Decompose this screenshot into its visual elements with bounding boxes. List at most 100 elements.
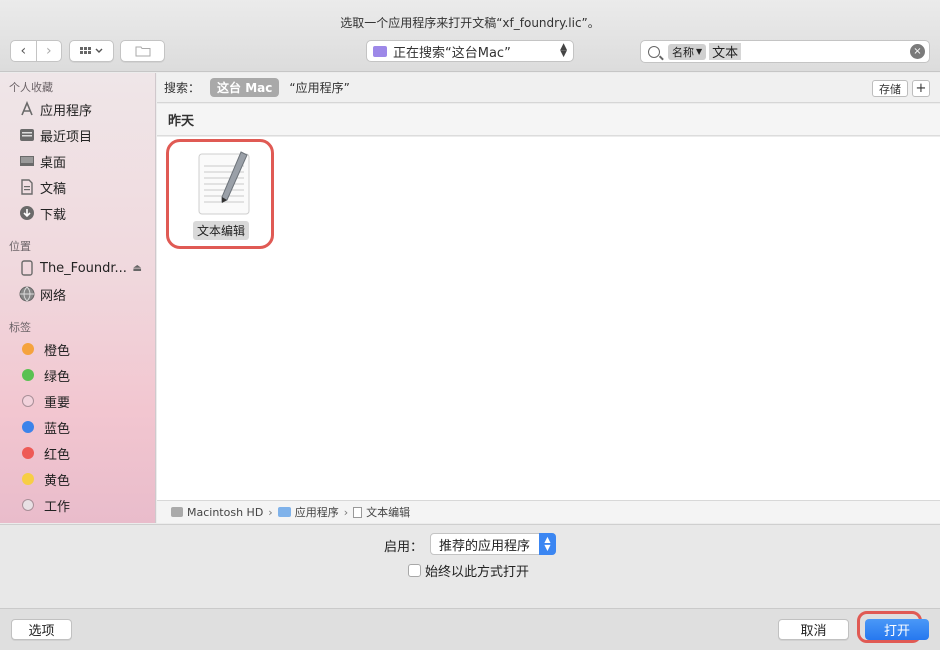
scope-applications[interactable]: “应用程序”: [289, 79, 349, 96]
forward-button[interactable]: ›: [35, 41, 62, 61]
documents-icon: [18, 179, 36, 195]
always-open-label: 始终以此方式打开: [425, 565, 530, 580]
sidebar-tag-yellow[interactable]: 黄色: [18, 468, 152, 490]
search-field[interactable]: 名称 ▼ 文本 ×: [640, 40, 930, 63]
cancel-button[interactable]: 取消: [778, 619, 849, 640]
grid-view-icon: [79, 47, 102, 54]
recents-icon: [18, 127, 36, 143]
orange-tag-icon: [22, 343, 34, 355]
download-icon: [18, 205, 36, 221]
back-button[interactable]: ‹: [11, 41, 36, 61]
sidebar-item-label: 最近项目: [40, 129, 93, 145]
hard-drive-icon: [171, 507, 183, 517]
sidebar-item-recents[interactable]: 最近项目: [18, 124, 152, 146]
path-item-label: 文本编辑: [366, 506, 411, 519]
path-item-label: 应用程序: [294, 506, 339, 519]
search-icon: [648, 45, 660, 58]
sidebar-item-label: 蓝色: [44, 421, 71, 437]
search-scope-bar: 搜索： 这台 Mac “应用程序” 存储 +: [157, 73, 940, 103]
sidebar-item-network[interactable]: 网络: [18, 283, 152, 305]
location-popup[interactable]: 正在搜索“这台Mac” ▲ ▼: [366, 40, 574, 62]
textedit-app-item[interactable]: 文本编辑: [166, 139, 274, 249]
sidebar-tag-red[interactable]: 红色: [18, 442, 152, 464]
sidebar-item-label: 桌面: [40, 155, 67, 171]
sidebar-item-label: 应用程序: [40, 103, 93, 119]
path-item-macintosh-hd[interactable]: Macintosh HD: [171, 506, 263, 519]
sidebar-item-label: 红色: [44, 447, 71, 463]
yellow-tag-icon: [22, 473, 34, 485]
scope-label: 搜索：: [164, 81, 201, 95]
nav-buttons: ‹ ›: [10, 40, 62, 62]
results-area: 文本编辑: [157, 137, 940, 500]
new-folder-icon: [135, 46, 150, 57]
sidebar-section-tags: 标签: [9, 321, 31, 334]
important-tag-icon: [22, 395, 34, 407]
dialog-footer: 选项 取消 打开: [0, 608, 940, 650]
path-item-textedit[interactable]: 文本编辑: [353, 504, 410, 520]
path-separator-icon: ›: [343, 505, 349, 519]
sidebar-item-desktop[interactable]: 桌面: [18, 150, 152, 172]
window-titlebar: 选取一个应用程序来打开文稿“xf_foundry.lic”。 ‹ › 正在搜索“…: [0, 0, 940, 72]
enable-label: 启用：: [384, 540, 424, 555]
always-open-option[interactable]: 始终以此方式打开: [408, 561, 529, 580]
document-icon: [353, 506, 363, 518]
applications-icon: [18, 101, 36, 117]
enable-popup[interactable]: 推荐的应用程序 ▲ ▼: [430, 533, 556, 555]
sidebar-item-label: 橙色: [44, 343, 71, 359]
accessory-panel: 启用： 推荐的应用程序 ▲ ▼ 始终以此方式打开: [0, 524, 940, 608]
sidebar-item-volume[interactable]: The_Foundr... ⏏: [18, 257, 152, 279]
path-bar: Macintosh HD › 应用程序 › 文本编辑: [157, 500, 940, 523]
folder-icon: [373, 45, 387, 57]
path-item-label: Macintosh HD: [187, 505, 264, 519]
path-separator-icon: ›: [268, 505, 273, 519]
work-tag-icon: [22, 499, 34, 511]
updown-chevron-icon: ▲ ▼: [539, 533, 556, 555]
view-mode-button[interactable]: [69, 40, 114, 62]
sidebar-item-documents[interactable]: 文稿: [18, 176, 152, 198]
sidebar-item-label: 网络: [40, 288, 67, 304]
path-item-applications[interactable]: 应用程序: [277, 504, 339, 520]
enable-value: 推荐的应用程序: [439, 538, 531, 554]
chevron-down-icon: ▼: [696, 47, 703, 56]
sidebar-tag-work[interactable]: 工作: [18, 494, 152, 516]
options-button[interactable]: 选项: [11, 619, 72, 640]
location-label: 正在搜索“这台Mac”: [393, 45, 511, 61]
add-criteria-button[interactable]: +: [912, 80, 930, 97]
window-title: 选取一个应用程序来打开文稿“xf_foundry.lic”。: [340, 16, 600, 30]
app-item-label: 文本编辑: [193, 221, 250, 240]
red-tag-icon: [22, 447, 34, 459]
clear-search-icon[interactable]: ×: [910, 44, 925, 59]
textedit-icon: [198, 151, 250, 215]
globe-icon: [18, 286, 36, 302]
search-input[interactable]: 文本: [709, 43, 742, 61]
sidebar-tag-green[interactable]: 绿色: [18, 364, 152, 386]
sidebar-section-favorites: 个人收藏: [9, 81, 53, 94]
search-token[interactable]: 名称 ▼: [668, 43, 707, 60]
updown-chevron-icon: ▲ ▼: [560, 42, 567, 59]
disk-icon: [18, 260, 36, 276]
search-token-label: 名称: [672, 45, 694, 59]
open-button[interactable]: 打开: [865, 619, 929, 640]
sidebar-tag-orange[interactable]: 橙色: [18, 338, 152, 360]
blue-tag-icon: [22, 421, 34, 433]
eject-icon[interactable]: ⏏: [133, 263, 142, 274]
scope-this-mac[interactable]: 这台 Mac: [210, 78, 280, 97]
sidebar-item-label: 文稿: [40, 181, 67, 197]
sidebar-section-locations: 位置: [9, 240, 31, 253]
desktop-icon: [18, 153, 36, 169]
sidebar-item-label: 工作: [44, 499, 71, 515]
sidebar-tag-blue[interactable]: 蓝色: [18, 416, 152, 438]
always-open-checkbox[interactable]: [408, 564, 421, 577]
new-folder-button[interactable]: [120, 40, 165, 62]
sidebar-item-label: 重要: [44, 395, 71, 411]
sidebar-tag-important[interactable]: 重要: [18, 390, 152, 412]
sidebar: 个人收藏 应用程序 最近项目 桌面 文稿 下载 位置 The_Foundr...…: [0, 73, 156, 523]
green-tag-icon: [22, 369, 34, 381]
group-header: 昨天: [157, 104, 940, 136]
sidebar-item-applications[interactable]: 应用程序: [18, 98, 152, 120]
sidebar-item-label: 绿色: [44, 369, 71, 385]
sidebar-item-downloads[interactable]: 下载: [18, 202, 152, 224]
sidebar-item-label: 下载: [40, 207, 67, 223]
save-search-button[interactable]: 存储: [872, 80, 908, 97]
sidebar-item-label: 黄色: [44, 473, 71, 489]
